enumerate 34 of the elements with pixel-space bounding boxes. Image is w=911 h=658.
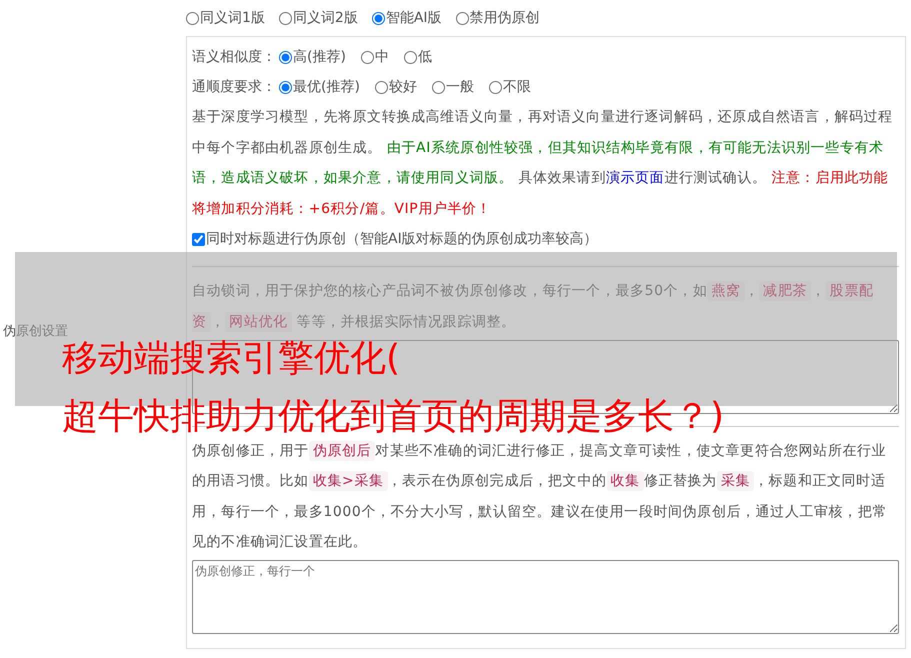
radio-button[interactable] bbox=[279, 80, 292, 94]
radio-button[interactable] bbox=[372, 12, 385, 24]
overlay-title-line: 超牛快排助力优化到首页的周期是多长？) bbox=[62, 395, 724, 439]
field-label: 语义相似度： bbox=[192, 48, 276, 66]
radio-label[interactable]: 最优(推荐) bbox=[293, 78, 360, 96]
corrections-field[interactable]: 伪原创修正，每行一个 bbox=[192, 560, 899, 634]
radio-button[interactable] bbox=[278, 12, 292, 24]
radio-label[interactable]: 较好 bbox=[388, 78, 417, 96]
demo-page-link[interactable]: 演示页面 bbox=[606, 170, 664, 186]
radio-button[interactable] bbox=[186, 12, 199, 24]
radio-label[interactable]: 中 bbox=[374, 48, 389, 66]
radio-label[interactable]: 禁用伪原创 bbox=[470, 9, 540, 27]
checkbox[interactable] bbox=[192, 232, 205, 246]
corrections-description: 伪原创修正，用于 伪原创后 对某些不准确的词汇进行修正，提高文章可读性，使文章更符合您网站所在行业的用语习惯。比如 收集>采集 ，表示在伪原创完成后，把文中的 收集 修正替换为 采集 ，标题和正文同时适用，每行一个，最多1000个，不分大小写，默认留空。建议在使用一段时间伪原创后，通过人工审核，把常见的不准确词汇设置在此。 bbox=[192, 440, 888, 552]
radio-button[interactable] bbox=[279, 50, 292, 64]
radio-button[interactable] bbox=[432, 80, 445, 94]
section-label: 伪原创设置 bbox=[2, 322, 68, 340]
field-label: 通顺度要求： bbox=[192, 78, 276, 96]
radio-button[interactable] bbox=[360, 50, 374, 64]
radio-button[interactable] bbox=[456, 12, 469, 24]
radio-label[interactable]: 一般 bbox=[446, 78, 474, 96]
radio-button[interactable] bbox=[404, 50, 417, 64]
radio-label[interactable]: 不限 bbox=[502, 78, 531, 96]
radio-button[interactable] bbox=[488, 80, 502, 94]
radio-label[interactable]: 智能AI版 bbox=[386, 9, 442, 27]
ai-description: 基于深度学习模型，先将原文转换成高维语义向量，再对语义向量进行逐词解码，还原成自然语言，解码过程中每个字都由机器原创生成。 由于AI系统原创性较强，但其知识结构毕竟有限，有可能无法识别一些专有术语，造成语义破坏，如果介意，请使用同义词版。 具体效果请到演示页面进行测试确认。 注意：启用此功能将增加积分消耗：+6积分/篇。VIP用户半价！ bbox=[192, 108, 894, 219]
radio-label[interactable]: 高(推荐) bbox=[293, 48, 346, 66]
radio-label[interactable]: 低 bbox=[418, 48, 432, 66]
radio-label[interactable]: 同义词1版 bbox=[200, 9, 265, 27]
lock-words-description: 自动锁词，用于保护您的核心产品词不被伪原创修改，每行一个，最多50个，如 燕窝 ， 减肥茶 ， 股票配资 ， 网站优化 等等，并根据实际情况跟踪调整。 bbox=[192, 280, 874, 334]
radio-button[interactable] bbox=[374, 80, 388, 94]
overlay-title-line: 移动端搜索引擎优化( bbox=[62, 337, 400, 381]
radio-label[interactable]: 同义词2版 bbox=[292, 9, 358, 27]
checkbox-label[interactable]: 同时对标题进行伪原创（智能AI版对标题的伪原创成功率较高） bbox=[206, 230, 598, 248]
